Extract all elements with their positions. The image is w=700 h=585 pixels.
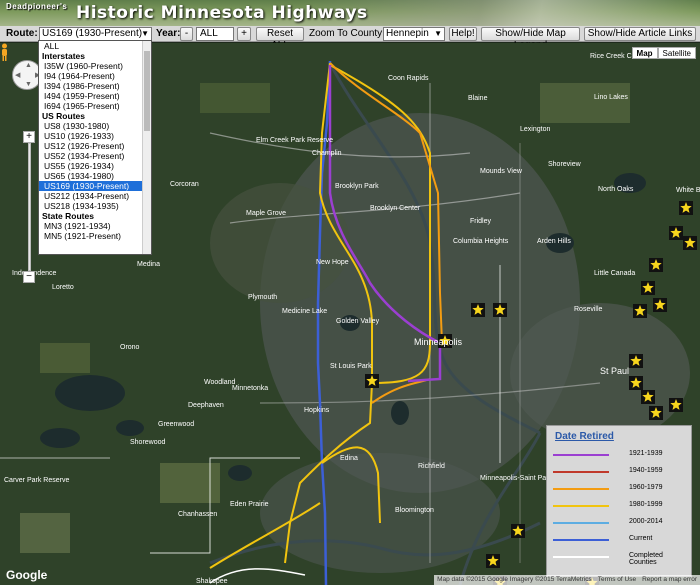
route-list-scroll-thumb[interactable]: [144, 51, 150, 131]
route-option[interactable]: I694 (1965-Present): [39, 101, 151, 111]
map-type-map-button[interactable]: Map: [631, 47, 658, 59]
route-option[interactable]: I94 (1964-Present): [39, 71, 151, 81]
chevron-down-icon: ▼: [141, 29, 149, 38]
map-attribution: Map data ©2015 Google Imagery ©2015 Terr…: [434, 575, 700, 585]
legend-item: 1921-1939: [553, 448, 687, 462]
star-icon[interactable]: [511, 524, 525, 538]
year-label: Year:: [156, 28, 181, 39]
google-logo: Google: [6, 568, 48, 582]
legend-item: 1980-1999: [553, 499, 687, 513]
route-option[interactable]: US10 (1926-1933): [39, 131, 151, 141]
route-option[interactable]: I494 (1959-Present): [39, 91, 151, 101]
zoom-in-button[interactable]: +: [23, 131, 35, 143]
star-icon[interactable]: [653, 298, 667, 312]
legend-label: Current: [629, 535, 653, 542]
pegman-icon[interactable]: [0, 43, 9, 61]
legend-item: 1940-1959: [553, 465, 687, 479]
header-banner: Deadpioneer's Historic Minnesota Highway…: [0, 0, 700, 26]
attribution-text: Map data ©2015 Google Imagery ©2015 Terr…: [437, 576, 592, 583]
legend-label: 1921-1939: [629, 450, 663, 457]
star-icon[interactable]: [641, 281, 655, 295]
route-option[interactable]: US65 (1934-1980): [39, 171, 151, 181]
route-option[interactable]: ALL: [39, 41, 151, 51]
legend-swatch: [553, 488, 609, 490]
help-button[interactable]: Help!: [449, 27, 477, 41]
zoom-county-label: Zoom To County:: [309, 28, 385, 39]
route-option[interactable]: US218 (1934-1935): [39, 201, 151, 211]
star-icon[interactable]: [633, 304, 647, 318]
star-icon[interactable]: [649, 258, 663, 272]
zoom-slider-track[interactable]: [28, 143, 31, 271]
route-select[interactable]: US169 (1930-Present) ▼: [39, 27, 152, 41]
route-option[interactable]: US52 (1934-Present): [39, 151, 151, 161]
route-option[interactable]: MN5 (1921-Present): [39, 231, 151, 241]
route-option[interactable]: MN3 (1921-1934): [39, 221, 151, 231]
route-option-group: State Routes: [42, 211, 94, 221]
legend-label: Completed Counties: [629, 552, 663, 566]
zoom-out-button[interactable]: −: [23, 271, 35, 283]
map-legend: Date Retired 1921-1939 1940-1959 1960-1979…: [546, 425, 692, 577]
legend-swatch: [553, 539, 609, 541]
map-type-control[interactable]: Map Satellite: [631, 47, 696, 59]
toggle-legend-button[interactable]: Show/Hide Map Legend: [481, 27, 580, 51]
chevron-down-icon: ▼: [434, 29, 442, 38]
year-decrement-button[interactable]: -: [180, 27, 193, 41]
legend-swatch: [553, 454, 609, 456]
legend-label: 1980-1999: [629, 501, 663, 508]
route-dropdown-list[interactable]: ALL Interstates I35W (1960-Present) I94 (19…: [38, 40, 152, 255]
year-input[interactable]: ALL: [196, 27, 234, 41]
route-option[interactable]: US8 (1930-1980): [39, 121, 151, 131]
terms-of-use-link[interactable]: Terms of Use: [598, 575, 636, 585]
star-icon[interactable]: [669, 226, 683, 240]
star-icon[interactable]: [629, 376, 643, 390]
map-type-satellite-button[interactable]: Satellite: [657, 47, 696, 59]
legend-label: 1940-1959: [629, 467, 663, 474]
brand-small-text: Deadpioneer's: [6, 2, 68, 11]
route-option[interactable]: US12 (1926-Present): [39, 141, 151, 151]
year-increment-button[interactable]: +: [237, 27, 251, 41]
star-icon[interactable]: [629, 354, 643, 368]
route-option[interactable]: US169 (1930-Present): [39, 181, 151, 191]
star-icon[interactable]: [365, 374, 379, 388]
legend-swatch: [553, 522, 609, 524]
route-label: Route:: [6, 28, 38, 39]
star-icon[interactable]: [669, 398, 683, 412]
star-icon[interactable]: [679, 201, 693, 215]
legend-swatch: [553, 556, 609, 558]
toggle-article-links-button[interactable]: Show/Hide Article Links: [584, 27, 696, 41]
route-option[interactable]: I394 (1986-Present): [39, 81, 151, 91]
report-map-error-link[interactable]: Report a map error: [642, 575, 697, 585]
route-option-group: Interstates: [42, 51, 85, 61]
legend-item: 1960-1979: [553, 482, 687, 496]
legend-label: 1960-1979: [629, 484, 663, 491]
legend-title: Date Retired: [555, 431, 614, 442]
route-select-value: US169 (1930-Present): [42, 28, 143, 39]
star-icon[interactable]: [649, 406, 663, 420]
route-option[interactable]: US212 (1934-Present): [39, 191, 151, 201]
county-select[interactable]: Hennepin ▼: [383, 27, 445, 41]
legend-item: Completed Counties: [553, 550, 687, 566]
star-icon[interactable]: [471, 303, 485, 317]
legend-swatch: [553, 505, 609, 507]
legend-label: 2000-2014: [629, 518, 663, 525]
star-icon[interactable]: [438, 334, 452, 348]
star-icon[interactable]: [683, 236, 697, 250]
star-icon[interactable]: [493, 303, 507, 317]
page-title: Historic Minnesota Highways: [76, 3, 368, 23]
reset-all-button[interactable]: Reset ALL: [256, 27, 304, 51]
route-list-scrollbar[interactable]: [142, 41, 151, 254]
legend-item: 2000-2014: [553, 516, 687, 530]
legend-swatch: [553, 471, 609, 473]
county-select-value: Hennepin: [386, 28, 429, 39]
route-option[interactable]: US55 (1926-1934): [39, 161, 151, 171]
route-option-group: US Routes: [42, 111, 85, 121]
star-icon[interactable]: [641, 390, 655, 404]
legend-item: Current: [553, 533, 687, 547]
star-icon[interactable]: [486, 554, 500, 568]
route-option[interactable]: I35W (1960-Present): [39, 61, 151, 71]
